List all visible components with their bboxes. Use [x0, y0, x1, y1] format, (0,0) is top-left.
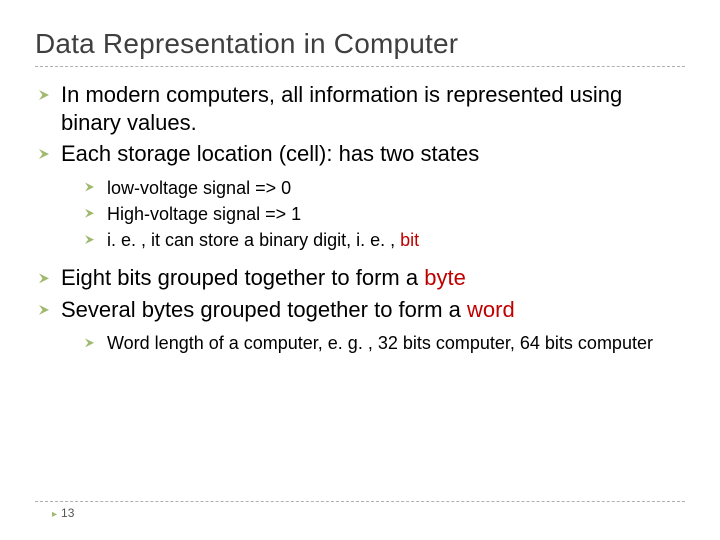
bullet-text: low-voltage signal => 0 [107, 178, 291, 198]
bullet-item: Each storage location (cell): has two st… [39, 140, 685, 252]
bullet-text: Eight bits grouped together to form a [61, 265, 424, 290]
bullet-item: In modern computers, all information is … [39, 81, 685, 136]
bullet-item: Word length of a computer, e. g. , 32 bi… [85, 331, 685, 355]
bullet-list-level2: Word length of a computer, e. g. , 32 bi… [85, 331, 685, 355]
slide: Data Representation in Computer In moder… [0, 0, 720, 540]
bullet-text: Each storage location (cell): has two st… [61, 141, 479, 166]
bullet-item: Several bytes grouped together to form a… [39, 296, 685, 356]
page-number: 13 [52, 506, 74, 520]
bullet-text: Word length of a computer, e. g. , 32 bi… [107, 333, 653, 353]
bullet-item: Eight bits grouped together to form a by… [39, 264, 685, 292]
keyword-word: word [467, 297, 515, 322]
bullet-item: low-voltage signal => 0 [85, 176, 685, 200]
bullet-text: In modern computers, all information is … [61, 82, 622, 135]
bottom-divider [35, 501, 685, 502]
bullet-list-level2: low-voltage signal => 0 High-voltage sig… [85, 176, 685, 253]
title-divider [35, 66, 685, 67]
keyword-byte: byte [424, 265, 466, 290]
bullet-text: i. e. , it can store a binary digit, i. … [107, 230, 400, 250]
bullet-text: High-voltage signal => 1 [107, 204, 301, 224]
bullet-list-level1: In modern computers, all information is … [39, 81, 685, 356]
bullet-item: i. e. , it can store a binary digit, i. … [85, 228, 685, 252]
slide-title: Data Representation in Computer [35, 28, 685, 60]
bullet-item: High-voltage signal => 1 [85, 202, 685, 226]
keyword-bit: bit [400, 230, 419, 250]
bullet-text: Several bytes grouped together to form a [61, 297, 467, 322]
